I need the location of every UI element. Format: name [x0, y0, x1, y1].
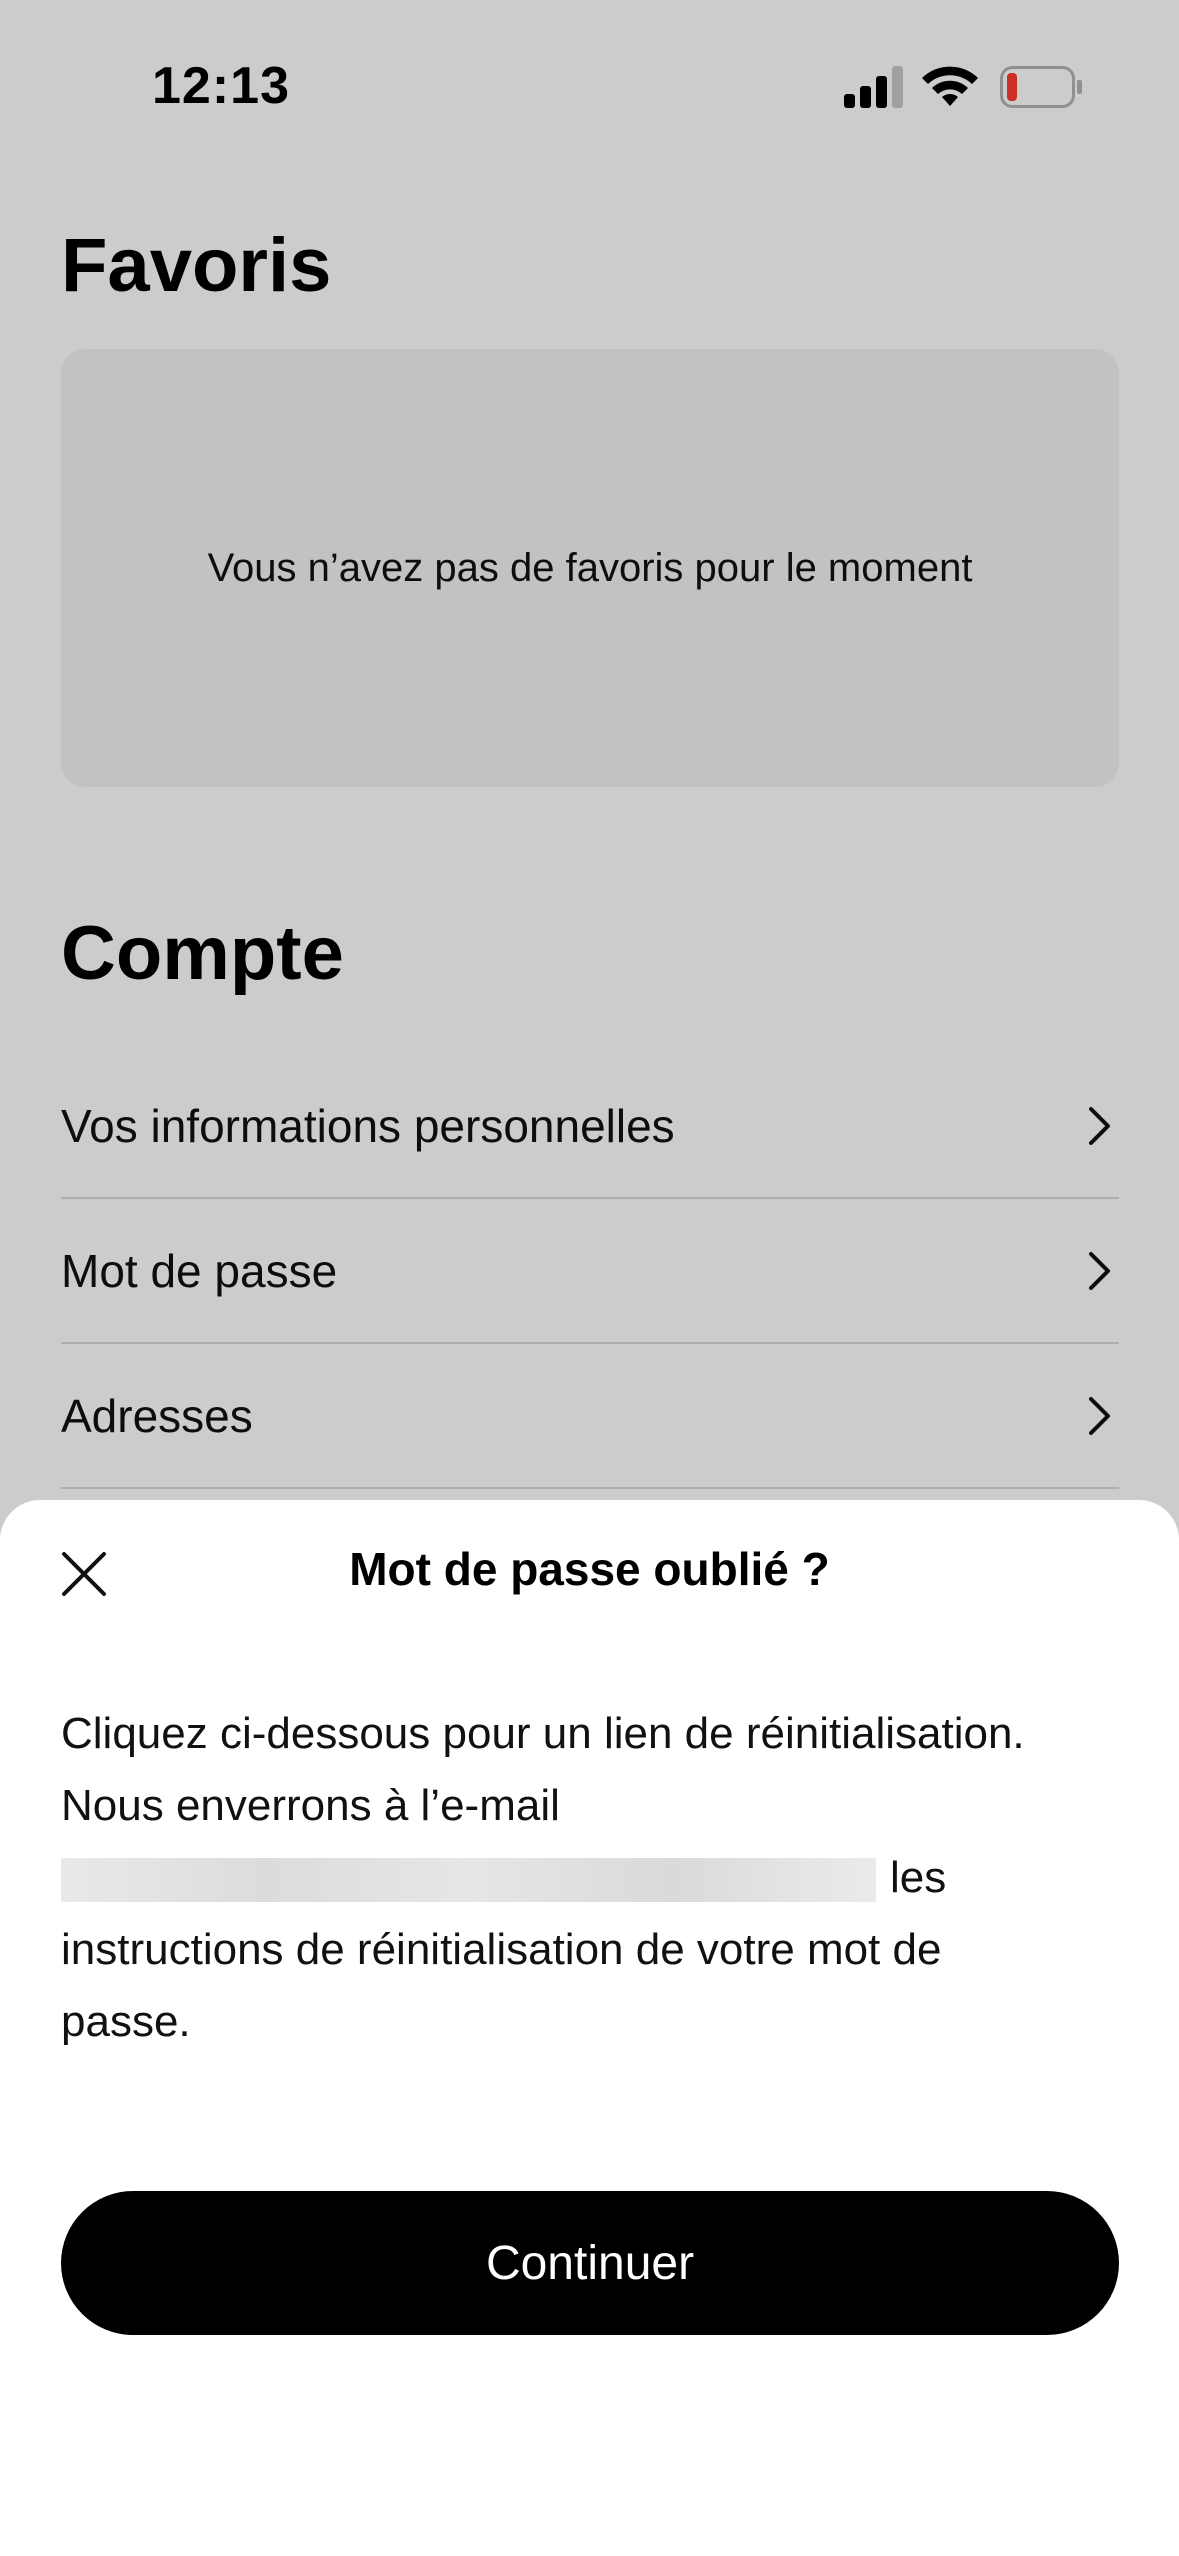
continue-button[interactable]: Continuer [61, 2191, 1119, 2335]
description-line: instructions de réinitialisation de votr… [61, 1925, 942, 1974]
sheet-description: Cliquez ci-dessous pour un lien de réini… [61, 1698, 1131, 2058]
sheet-title: Mot de passe oublié ? [349, 1543, 830, 1595]
forgot-password-sheet: Mot de passe oublié ? Cliquez ci-dessous… [0, 1500, 1179, 2556]
description-line: passe. [61, 1997, 191, 2046]
description-line: Nous enverrons à l’e-mail [61, 1781, 560, 1830]
description-line: Cliquez ci-dessous pour un lien de réini… [61, 1709, 1025, 1758]
description-line: les [890, 1853, 947, 1902]
redacted-email [61, 1858, 876, 1903]
